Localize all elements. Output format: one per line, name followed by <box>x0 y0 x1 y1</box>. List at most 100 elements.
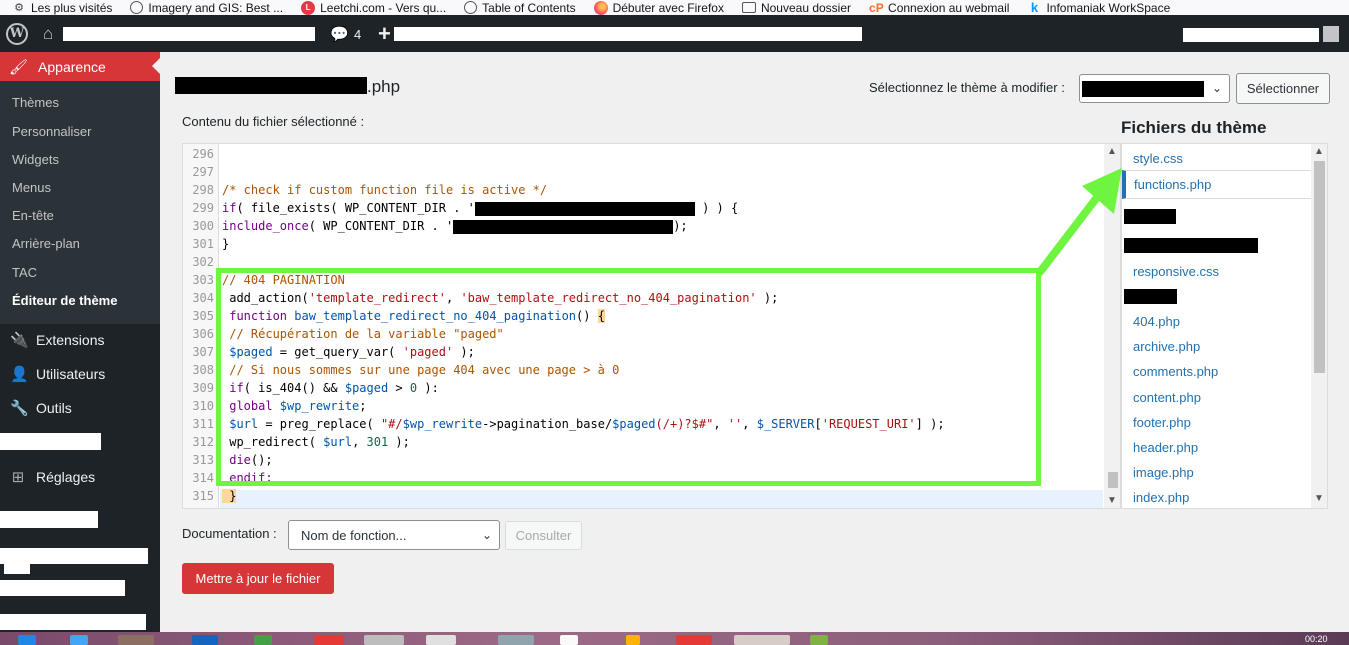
app-icon[interactable] <box>192 635 218 645</box>
redacted-menu-item[interactable] <box>0 614 146 630</box>
user-icon: 👤 <box>10 366 29 383</box>
menu-utilisateurs[interactable]: 👤 Utilisateurs <box>0 357 160 391</box>
file-content-php[interactable]: content.php <box>1133 390 1201 405</box>
file-comments-php[interactable]: comments.php <box>1133 364 1218 379</box>
redacted-file-name <box>175 77 367 94</box>
file-header-php[interactable]: header.php <box>1133 440 1198 455</box>
bookmark-item[interactable]: Imagery and GIS: Best ... <box>130 1 283 15</box>
submenu-personnaliser[interactable]: Personnaliser <box>12 124 92 139</box>
redacted-file-item[interactable] <box>1124 209 1176 224</box>
redacted-menu-item[interactable] <box>0 580 125 596</box>
documentation-label: Documentation : <box>182 526 277 541</box>
app-icon[interactable] <box>254 635 272 645</box>
annotation-arrow-icon <box>1036 168 1122 276</box>
code-line: 298/* check if custom function file is a… <box>192 183 548 197</box>
home-icon[interactable]: ⌂ <box>43 24 53 44</box>
app-icon[interactable] <box>676 635 712 645</box>
bookmark-item[interactable]: Débuter avec Firefox <box>593 0 724 15</box>
file-archive-php[interactable]: archive.php <box>1133 339 1200 354</box>
redacted-menu-item[interactable] <box>0 548 148 564</box>
page-title: .php <box>367 77 401 96</box>
bookmark-item[interactable]: cP Connexion au webmail <box>869 1 1009 15</box>
file-index-php[interactable]: index.php <box>1133 490 1189 505</box>
scroll-up-icon[interactable]: ▲ <box>1107 146 1117 157</box>
theme-files-list: style.css functions.php responsive.css 4… <box>1121 143 1328 509</box>
theme-files-title: Fichiers du thème <box>1121 118 1267 137</box>
paintbrush-icon: 🖌 <box>9 58 29 76</box>
redacted-site-name[interactable] <box>63 27 315 41</box>
folder-icon <box>741 2 756 13</box>
submenu-arriere-plan[interactable]: Arrière-plan <box>12 236 80 251</box>
submenu-widgets[interactable]: Widgets <box>12 152 59 167</box>
chevron-down-icon: ⌄ <box>1211 81 1222 95</box>
app-icon[interactable] <box>810 635 828 645</box>
menu-apparence[interactable]: 🖌 Apparence <box>0 52 160 81</box>
menu-extensions[interactable]: 🔌 Extensions <box>0 323 160 357</box>
leetchi-icon: L <box>301 0 316 15</box>
update-file-button[interactable]: Mettre à jour le fichier <box>182 563 334 594</box>
app-icon[interactable] <box>626 635 640 645</box>
files-scrollbar[interactable]: ▲ ▼ <box>1311 144 1327 508</box>
globe-icon <box>464 1 478 14</box>
app-icon[interactable] <box>560 635 578 645</box>
browser-icon[interactable] <box>70 635 88 645</box>
wordpress-logo-icon[interactable]: W <box>6 23 28 45</box>
submenu-menus[interactable]: Menus <box>12 180 51 195</box>
app-icon[interactable] <box>498 635 534 645</box>
redacted-file-item[interactable] <box>1124 238 1258 253</box>
scroll-down-icon[interactable]: ▼ <box>1107 495 1117 506</box>
redacted-user-name[interactable] <box>1183 28 1319 42</box>
file-responsive-css[interactable]: responsive.css <box>1133 264 1219 279</box>
file-functions-php[interactable]: functions.php <box>1122 170 1311 199</box>
app-icon[interactable] <box>118 635 154 645</box>
scroll-down-icon[interactable]: ▼ <box>1314 493 1324 504</box>
submenu-tac[interactable]: TAC <box>12 265 37 280</box>
bookmark-item[interactable]: Table of Contents <box>464 1 576 15</box>
app-icon[interactable] <box>734 635 790 645</box>
file-image-php[interactable]: image.php <box>1133 465 1194 480</box>
redacted-menu-item <box>4 564 30 574</box>
code-line: 296 <box>192 147 214 161</box>
code-line: 297 <box>192 165 214 179</box>
app-icon[interactable] <box>364 635 404 645</box>
highlight-annotation-box <box>216 268 1041 486</box>
code-line: 315 } <box>192 489 237 503</box>
bookmark-item[interactable]: ⚙ Les plus visités <box>12 1 112 15</box>
submenu-editeur-de-theme[interactable]: Éditeur de thème <box>12 293 117 308</box>
wrench-icon: 🔧 <box>10 400 29 417</box>
submenu-themes[interactable]: Thèmes <box>12 95 59 110</box>
menu-reglages[interactable]: ⊞ Réglages <box>0 460 160 494</box>
select-theme-button[interactable]: Sélectionner <box>1236 73 1330 104</box>
theme-select[interactable]: ⌄ <box>1079 74 1230 103</box>
bookmark-item[interactable]: Nouveau dossier <box>741 1 851 15</box>
function-name-select[interactable]: Nom de fonction... ⌄ <box>288 520 500 550</box>
scrollbar-thumb[interactable] <box>1314 161 1325 373</box>
theme-select-label: Sélectionnez le thème à modifier : <box>869 80 1065 95</box>
settings-sliders-icon: ⊞ <box>11 469 25 486</box>
redacted-file-item[interactable] <box>1124 289 1177 304</box>
gear-icon: ⚙ <box>14 1 24 14</box>
menu-outils[interactable]: 🔧 Outils <box>0 391 160 425</box>
file-style-css[interactable]: style.css <box>1133 151 1183 166</box>
redacted-menu-item[interactable] <box>0 433 101 450</box>
start-icon[interactable] <box>18 635 36 645</box>
clock: 00:20 <box>1305 634 1328 644</box>
scroll-up-icon[interactable]: ▲ <box>1314 146 1324 157</box>
app-icon[interactable] <box>314 635 344 645</box>
comment-icon[interactable]: 💬 <box>330 25 349 43</box>
chevron-down-icon: ⌄ <box>481 528 492 542</box>
submenu-en-tete[interactable]: En-tête <box>12 208 54 223</box>
cp-icon: cP <box>869 0 884 15</box>
consult-button[interactable]: Consulter <box>505 521 582 550</box>
app-icon[interactable] <box>426 635 456 645</box>
redacted-admin-menu[interactable] <box>394 27 862 41</box>
avatar[interactable] <box>1323 26 1339 42</box>
redacted-menu-item[interactable] <box>0 511 98 528</box>
bookmark-item[interactable]: k Infomaniak WorkSpace <box>1027 0 1170 15</box>
bookmark-item[interactable]: L Leetchi.com - Vers qu... <box>301 0 446 15</box>
file-404-php[interactable]: 404.php <box>1133 314 1180 329</box>
new-content-icon[interactable]: + <box>378 21 391 47</box>
scrollbar-thumb[interactable] <box>1108 472 1118 488</box>
comment-count[interactable]: 4 <box>354 27 361 42</box>
file-footer-php[interactable]: footer.php <box>1133 415 1191 430</box>
